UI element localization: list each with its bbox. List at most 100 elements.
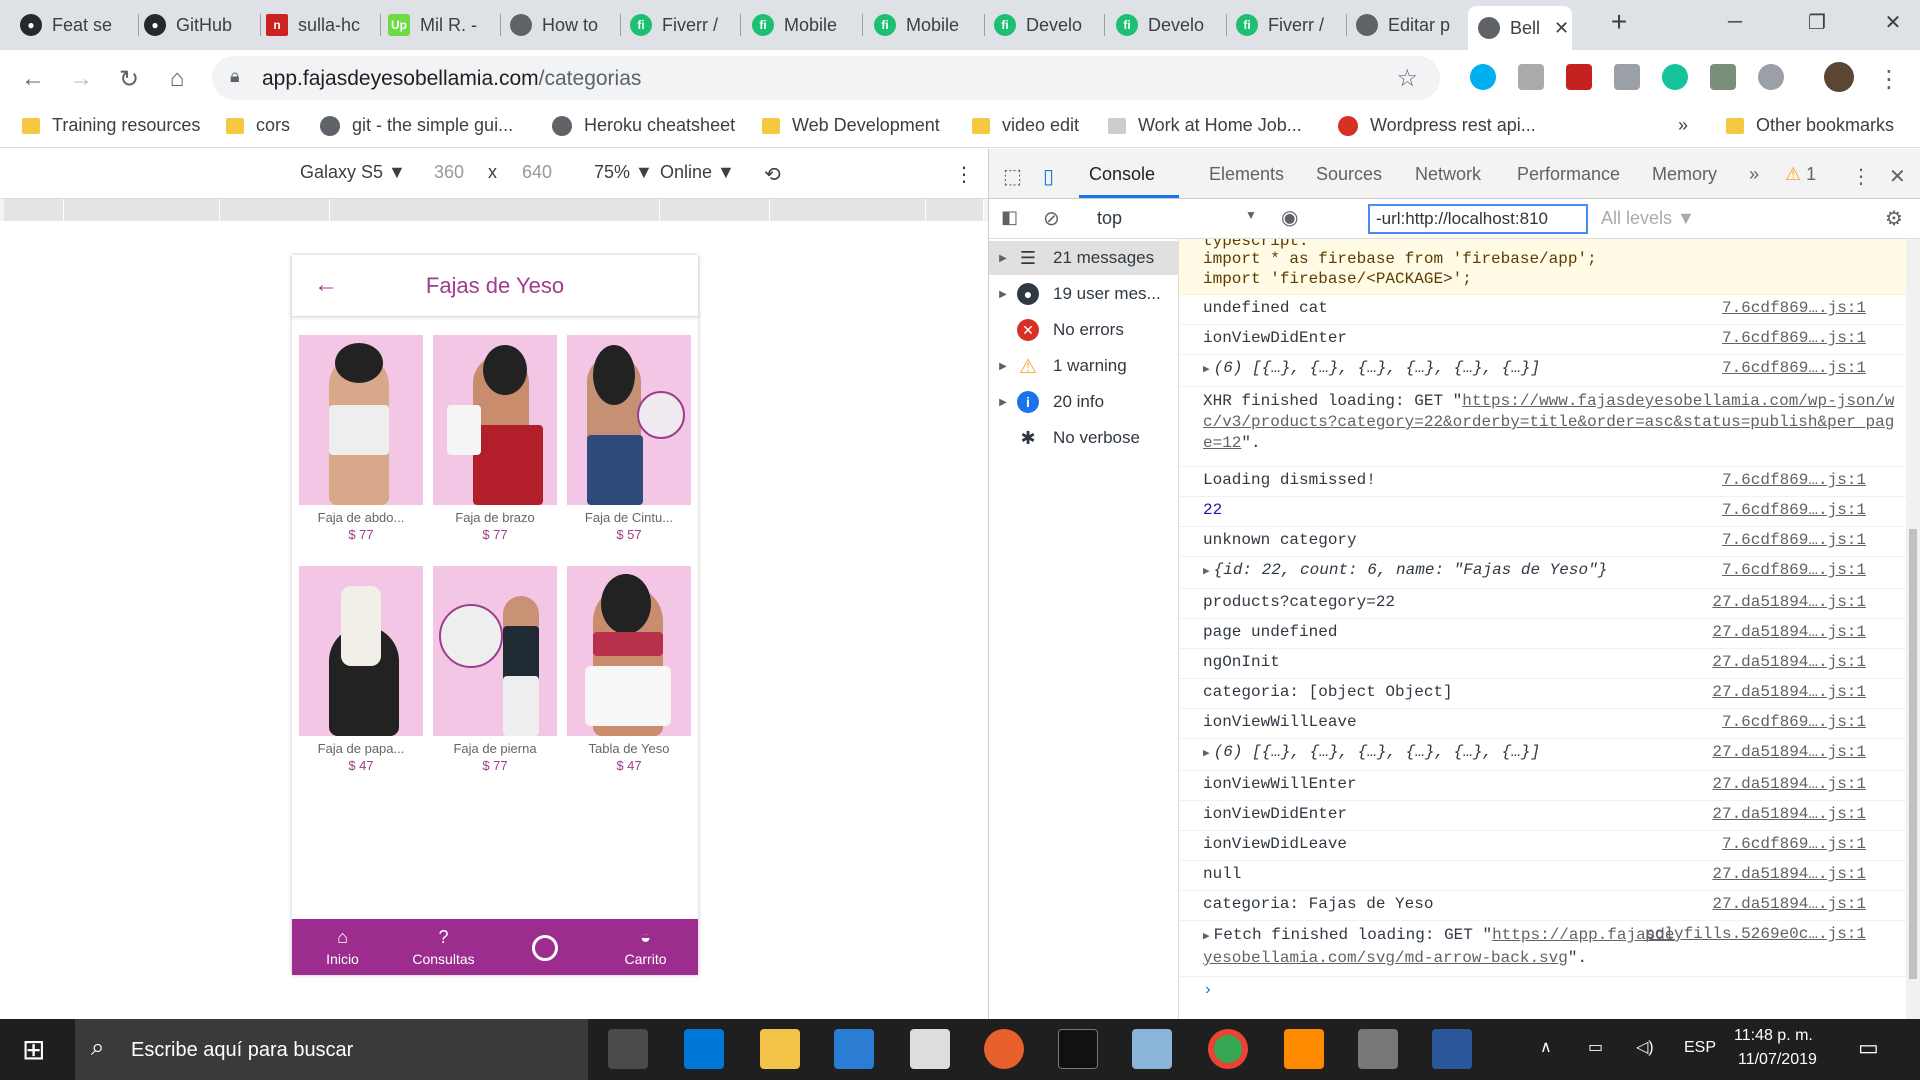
gear-icon[interactable]: ⚙ [1885, 206, 1903, 231]
reload-icon[interactable]: ↻ [112, 62, 146, 96]
product-card[interactable]: Faja de papa... $ 47 [299, 566, 423, 786]
throttle-select[interactable]: Online ▼ [660, 162, 735, 183]
minimize-button[interactable]: ─ [1708, 0, 1762, 44]
network-icon[interactable]: ▭ [1588, 1037, 1603, 1057]
bookmark-item[interactable]: Training resources [22, 115, 200, 136]
extension-icon[interactable] [1518, 64, 1544, 90]
bookmark-item[interactable]: Work at Home Job... [1108, 115, 1302, 136]
console-row[interactable]: ▶ (6) [{…}, {…}, {…}, {…}, {…}, {…}] 7.6cd… [1179, 355, 1906, 387]
source-link[interactable]: 7.6cdf869….js:1 [1722, 713, 1866, 731]
back-icon[interactable]: ← [16, 62, 50, 96]
windows-start-icon[interactable]: ⊞ [22, 1033, 45, 1066]
console-row[interactable]: ▶ Fetch finished loading: GET "https://ap… [1179, 921, 1906, 977]
clear-console-icon[interactable]: ⊘ [1043, 206, 1060, 231]
tab-whatsapp[interactable] [494, 919, 595, 975]
source-link[interactable]: 7.6cdf869….js:1 [1722, 329, 1866, 347]
firefox-icon[interactable] [984, 1029, 1024, 1069]
new-tab-button[interactable]: + [1592, 0, 1646, 44]
device-mode-icon[interactable]: ▯ [1043, 164, 1054, 189]
taskbar-search[interactable]: ⌕ Escribe aquí para buscar [75, 1019, 588, 1080]
source-link[interactable]: 7.6cdf869….js:1 [1722, 531, 1866, 549]
source-link[interactable]: 7.6cdf869….js:1 [1722, 359, 1866, 377]
log-levels-select[interactable]: All levels ▼ [1601, 208, 1695, 229]
browser-tab[interactable]: fi Mobile [752, 8, 852, 42]
download-icon[interactable] [1614, 64, 1640, 90]
source-link[interactable]: 27.da51894….js:1 [1712, 895, 1866, 913]
inspect-element-icon[interactable]: ⬚ [1003, 164, 1022, 189]
sidebar-item-info[interactable]: ▶ i 20 info [989, 385, 1179, 419]
product-card[interactable]: Faja de brazo $ 77 [433, 335, 557, 555]
forward-icon[interactable]: → [64, 62, 98, 96]
clock-date[interactable]: 11/07/2019 [1738, 1051, 1817, 1069]
terminal-icon[interactable] [1058, 1029, 1098, 1069]
tab-sources[interactable]: Sources [1316, 164, 1382, 185]
avatar[interactable] [1824, 62, 1854, 92]
bookmark-item[interactable]: Wordpress rest api... [1338, 115, 1536, 136]
source-link[interactable]: 27.da51894….js:1 [1712, 743, 1866, 761]
source-link[interactable]: 7.6cdf869….js:1 [1722, 471, 1866, 489]
bookmark-item[interactable]: git - the simple gui... [320, 115, 513, 136]
tab-elements[interactable]: Elements [1209, 164, 1284, 185]
bookmarks-overflow-button[interactable]: » [1678, 115, 1688, 136]
source-link[interactable]: 27.da51894….js:1 [1712, 593, 1866, 611]
close-window-button[interactable]: ✕ [1866, 0, 1920, 44]
tab-consultas[interactable]: ? Consultas [393, 919, 494, 975]
source-link[interactable]: 7.6cdf869….js:1 [1722, 501, 1866, 519]
pocket-icon[interactable] [1566, 64, 1592, 90]
console-prompt[interactable]: › [1179, 977, 1906, 1007]
browser-tab[interactable]: How to [510, 8, 610, 42]
rotate-icon[interactable]: ⟲ [764, 162, 781, 187]
source-link[interactable]: 27.da51894….js:1 [1712, 683, 1866, 701]
help-extension-icon[interactable] [1758, 64, 1784, 90]
url-text[interactable]: app.fajasdeyesobellamia.com/categorias [262, 67, 641, 91]
mail-icon[interactable] [910, 1029, 950, 1069]
expand-triangle-icon[interactable]: ▶ [1203, 931, 1210, 943]
sidebar-item-errors[interactable]: ✕ No errors [989, 313, 1179, 347]
browser-tab[interactable]: fi Fiverr / [1236, 8, 1336, 42]
restore-button[interactable]: ❐ [1790, 0, 1844, 44]
source-link[interactable]: 27.da51894….js:1 [1712, 623, 1866, 641]
expand-triangle-icon[interactable]: ▶ [1203, 364, 1210, 376]
skype-icon[interactable] [1470, 64, 1496, 90]
sublime-icon[interactable] [1284, 1029, 1324, 1069]
product-card[interactable]: Faja de Cintu... $ 57 [567, 335, 691, 555]
browser-tab-active[interactable]: Bell ✕ [1468, 6, 1572, 50]
devtools-menu-icon[interactable]: ⋮ [1851, 164, 1871, 189]
extension-icon[interactable] [1710, 64, 1736, 90]
notepad-icon[interactable] [1132, 1029, 1172, 1069]
sidebar-item-messages[interactable]: ▶ ☰ 21 messages [989, 241, 1179, 275]
browser-tab[interactable]: n sulla-hc [266, 8, 366, 42]
source-link[interactable]: 27.da51894….js:1 [1712, 653, 1866, 671]
browser-tab[interactable]: fi Fiverr / [630, 8, 730, 42]
scrollbar-thumb[interactable] [1909, 529, 1917, 979]
other-bookmarks[interactable]: Other bookmarks [1726, 115, 1894, 136]
browser-tab[interactable]: fi Develo [1116, 8, 1216, 42]
menu-kebab-icon[interactable]: ⋮ [1872, 62, 1906, 96]
browser-tab[interactable]: Up Mil R. - [388, 8, 488, 42]
console-row[interactable]: ▶ {id: 22, count: 6, name: "Fajas de Yeso… [1179, 557, 1906, 589]
sidebar-item-warnings[interactable]: ▶ ⚠ 1 warning [989, 349, 1179, 383]
clock-time[interactable]: 11:48 p. m. [1734, 1027, 1813, 1045]
source-link[interactable]: 27.da51894….js:1 [1712, 775, 1866, 793]
product-card[interactable]: Tabla de Yeso $ 47 [567, 566, 691, 786]
product-card[interactable]: Faja de abdo... $ 77 [299, 335, 423, 555]
chrome-icon[interactable] [1208, 1029, 1248, 1069]
sidebar-item-verbose[interactable]: ✱ No verbose [989, 421, 1179, 455]
sidebar-toggle-icon[interactable]: ◧ [1001, 207, 1018, 228]
height-input[interactable]: 640 [522, 162, 552, 183]
bookmark-item[interactable]: video edit [972, 115, 1079, 136]
product-card[interactable]: Faja de pierna $ 77 [433, 566, 557, 786]
source-link[interactable]: polyfills.5269e0c….js:1 [1645, 925, 1866, 943]
browser-tab[interactable]: fi Mobile [874, 8, 974, 42]
browser-tab[interactable]: fi Develo [994, 8, 1094, 42]
edge-icon[interactable] [684, 1029, 724, 1069]
close-tab-icon[interactable]: ✕ [1554, 18, 1569, 39]
address-bar[interactable]: 🔒︎ app.fajasdeyesobellamia.com/categoria… [212, 56, 1440, 100]
star-icon[interactable]: ☆ [1396, 64, 1418, 93]
bookmark-item[interactable]: Web Development [762, 115, 940, 136]
source-link[interactable]: 27.da51894….js:1 [1712, 805, 1866, 823]
chevron-up-icon[interactable]: ∧ [1540, 1037, 1552, 1057]
volume-icon[interactable]: ◁) [1636, 1037, 1654, 1057]
tab-carrito[interactable]: ◒ Carrito [595, 919, 696, 975]
tab-inicio[interactable]: ⌂ Inicio [292, 919, 393, 975]
